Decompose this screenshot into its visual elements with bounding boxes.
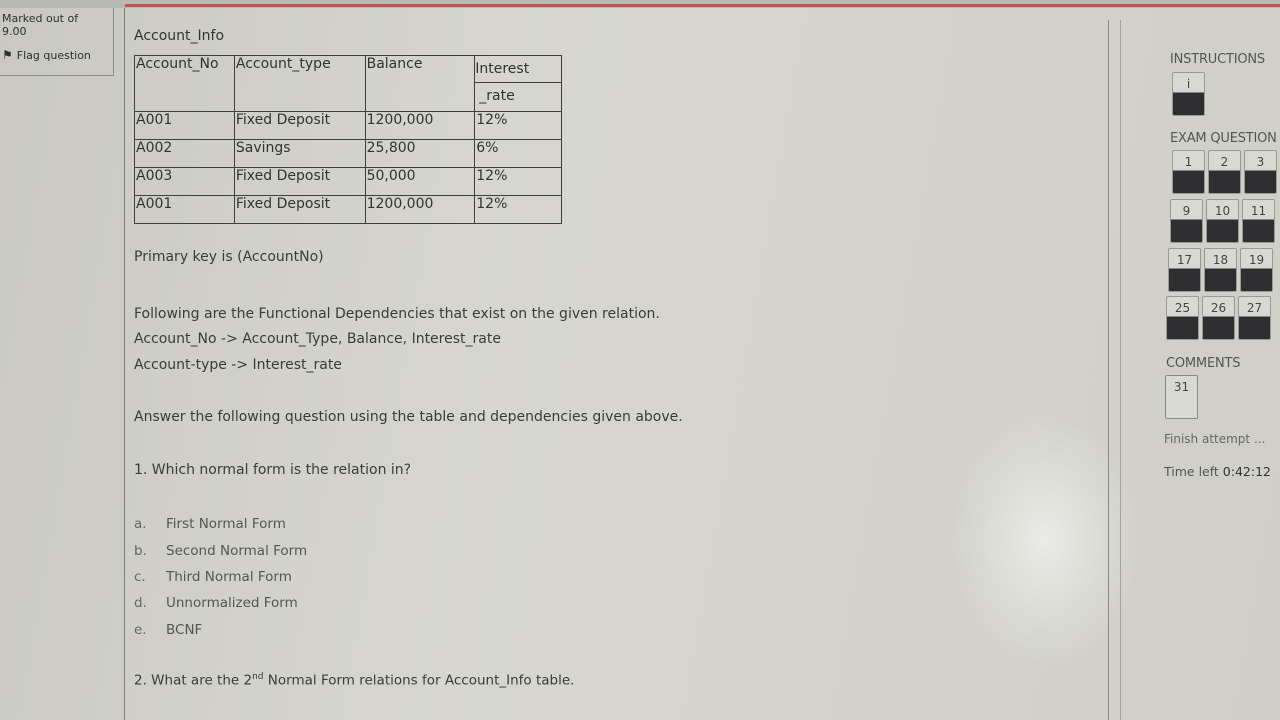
option-c[interactable]: c. Third Normal Form (134, 569, 292, 585)
cell-account-no: A002 (134, 139, 235, 168)
table-title: Account_Info (134, 28, 225, 44)
cell-account-type: Fixed Deposit (233, 111, 366, 140)
cell-interest-rate: 12% (474, 195, 562, 224)
question-nav-2[interactable]: 2 (1208, 150, 1241, 194)
cell-account-type: Fixed Deposit (233, 167, 366, 196)
account-info-table: Account_No Account_type Balance Interest… (134, 55, 562, 224)
header-interest-line2: _rate (479, 88, 515, 104)
option-letter: c. (134, 569, 146, 585)
question-nav-19[interactable]: 19 (1240, 248, 1273, 292)
fd-intro-text: Following are the Functional Dependencie… (134, 306, 660, 322)
header-balance: Balance (364, 55, 476, 112)
cell-account-no: A003 (134, 167, 235, 196)
header-accent-line (125, 4, 1280, 7)
option-letter: b. (134, 543, 147, 559)
question-nav-27[interactable]: 27 (1238, 296, 1271, 340)
comments-heading: COMMENTS (1166, 356, 1241, 371)
cell-balance: 25,800 (364, 139, 476, 168)
header-account-type: Account_type (233, 55, 366, 112)
finish-attempt-link[interactable]: Finish attempt ... (1164, 432, 1265, 446)
cell-interest-rate: 12% (474, 111, 562, 140)
marked-out-of-value: 9.00 (2, 25, 27, 38)
flag-question-label: Flag question (16, 48, 91, 62)
cell-account-no: A001 (134, 195, 235, 224)
cell-balance: 50,000 (364, 167, 476, 196)
option-text: Second Normal Form (166, 543, 308, 559)
option-text: Third Normal Form (166, 569, 292, 585)
option-text: Unnormalized Form (166, 595, 298, 611)
table-header-row: Account_No Account_type Balance Interest… (134, 55, 562, 112)
option-e[interactable]: e. BCNF (134, 622, 202, 638)
question-nav-3[interactable]: 3 (1244, 150, 1277, 194)
question-2-superscript: nd (252, 672, 264, 682)
instruction-text: Answer the following question using the … (134, 409, 683, 425)
table-row: A001 Fixed Deposit 1200,000 12% (134, 195, 562, 224)
question-content: Account_Info Account_No Account_type Bal… (134, 18, 1114, 720)
question-nav-17[interactable]: 17 (1168, 248, 1201, 292)
fd-2-text: Account-type -> Interest_rate (134, 357, 342, 373)
time-left: Time left 0:42:12 (1164, 464, 1271, 479)
table-row: A002 Savings 25,800 6% (134, 139, 562, 168)
option-text: BCNF (166, 622, 203, 638)
instructions-heading: INSTRUCTIONS (1170, 52, 1265, 67)
header-interest-line1: Interest (475, 56, 561, 83)
question-info-panel: Marked out of 9.00 ⚑ Flag question (0, 8, 114, 76)
cell-interest-rate: 6% (474, 139, 562, 168)
question-nav-11[interactable]: 11 (1242, 199, 1275, 243)
right-divider (1108, 20, 1109, 720)
option-letter: e. (134, 622, 147, 638)
question-2-part2: Normal Form relations for Account_Info t… (263, 672, 575, 689)
question-nav-18[interactable]: 18 (1204, 248, 1237, 292)
cell-balance: 1200,000 (364, 195, 476, 224)
option-b[interactable]: b. Second Normal Form (134, 543, 307, 559)
question-nav-26[interactable]: 26 (1202, 296, 1235, 340)
comment-nav-31[interactable]: 31 (1165, 375, 1198, 419)
table-row: A001 Fixed Deposit 1200,000 12% (134, 111, 562, 140)
instructions-button[interactable]: i (1172, 72, 1205, 116)
marked-out-of-label: Marked out of (2, 12, 79, 25)
option-a[interactable]: a. First Normal Form (134, 516, 286, 532)
time-left-value: 0:42:12 (1222, 464, 1271, 479)
question-2-text: 2. What are the 2nd Normal Form relation… (134, 672, 574, 689)
header-interest-rate: Interest _rate (474, 55, 562, 112)
question-nav-10[interactable]: 10 (1206, 199, 1239, 243)
option-letter: a. (134, 516, 147, 532)
question-nav-1[interactable]: 1 (1172, 150, 1205, 194)
question-nav-9[interactable]: 9 (1170, 199, 1203, 243)
left-divider (124, 8, 125, 720)
cell-account-type: Savings (233, 139, 366, 168)
option-d[interactable]: d. Unnormalized Form (134, 595, 298, 611)
flag-question-link[interactable]: ⚑ Flag question (2, 48, 111, 62)
table-row: A003 Fixed Deposit 50,000 12% (134, 167, 562, 196)
question-1-text: 1. Which normal form is the relation in? (134, 462, 412, 478)
right-divider-inner (1120, 20, 1121, 720)
header-account-no: Account_No (134, 55, 235, 112)
time-left-label: Time left (1164, 464, 1219, 479)
flag-icon: ⚑ (2, 48, 13, 62)
exam-question-heading: EXAM QUESTION (1170, 131, 1277, 146)
option-letter: d. (134, 595, 147, 611)
cell-account-type: Fixed Deposit (233, 195, 366, 224)
question-2-part1: 2. What are the 2 (134, 672, 253, 689)
option-text: First Normal Form (166, 516, 286, 532)
question-nav-25[interactable]: 25 (1166, 296, 1199, 340)
cell-interest-rate: 12% (474, 167, 562, 196)
fd-1-text: Account_No -> Account_Type, Balance, Int… (134, 331, 501, 347)
cell-account-no: A001 (134, 111, 235, 140)
primary-key-text: Primary key is (AccountNo) (134, 249, 324, 265)
quiz-navigation-panel: INSTRUCTIONS i EXAM QUESTION 1 2 3 9 10 … (1162, 48, 1280, 720)
cell-balance: 1200,000 (364, 111, 476, 140)
